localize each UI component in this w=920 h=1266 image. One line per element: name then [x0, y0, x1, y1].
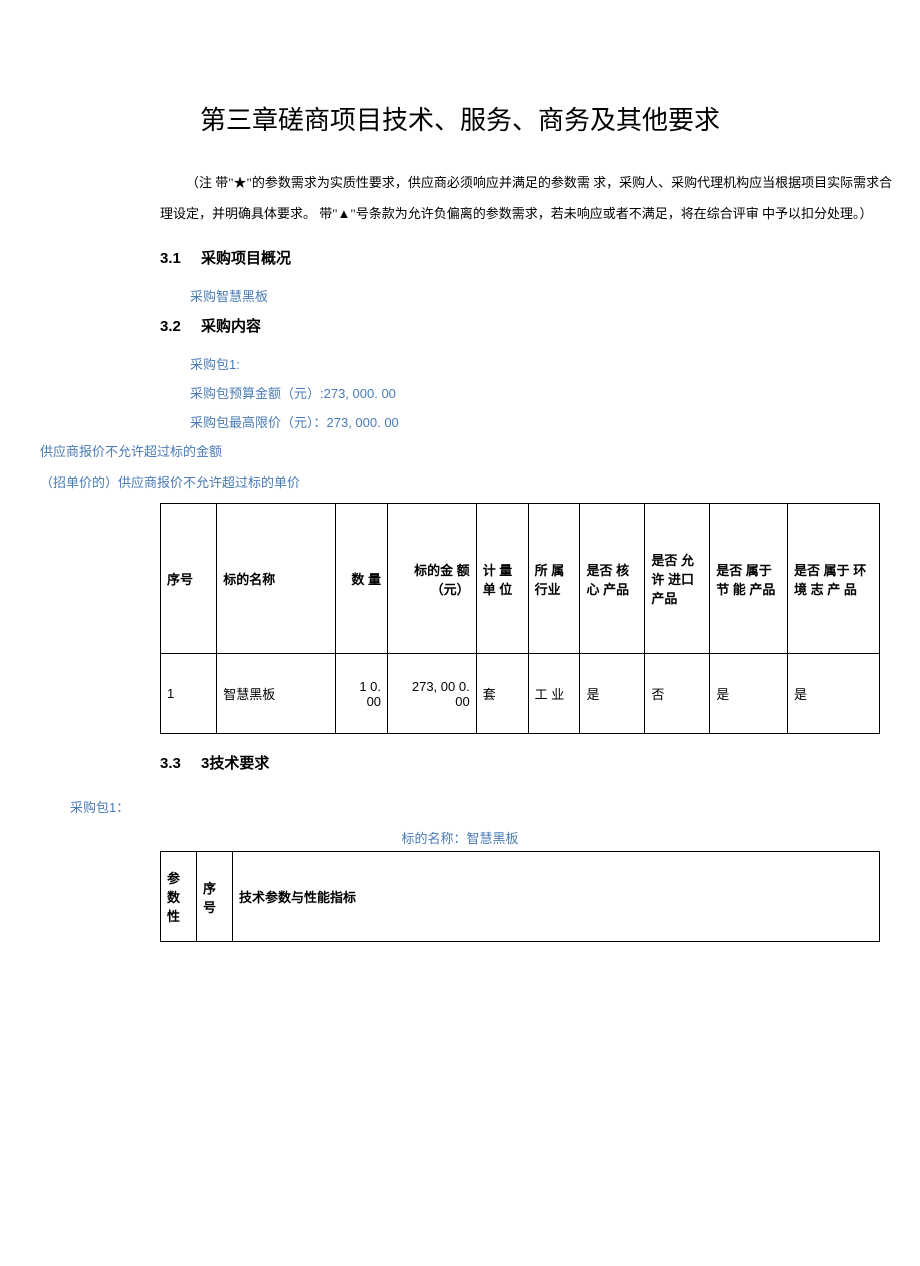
header-core: 是否 核 心 产品: [580, 504, 645, 654]
section-33-num: 3.3: [160, 755, 181, 772]
section-31-heading: 3.1 采购项目概况: [160, 247, 900, 268]
procurement-table: 序号 标的名称 数 量 标的金 额（元） 计 量 单 位 所 属 行业 是否 核…: [160, 503, 880, 734]
section-32-heading: 3.2 采购内容: [160, 315, 900, 336]
cell-name: 智慧黑板: [217, 654, 336, 734]
req-header-seq: 序 号: [197, 852, 233, 942]
header-industry: 所 属 行业: [528, 504, 580, 654]
tech-package-label: 采购包1：: [70, 797, 900, 816]
cell-unit: 套: [476, 654, 528, 734]
quote-rule-2: （招单价的）供应商报价不允许超过标的单价: [40, 472, 900, 491]
section-31-num: 3.1: [160, 250, 181, 267]
table-header-row: 序号 标的名称 数 量 标的金 额（元） 计 量 单 位 所 属 行业 是否 核…: [161, 504, 880, 654]
requirements-table: 参 数 性 序 号 技术参数与性能指标: [160, 851, 880, 942]
budget-amount: 采购包预算金额（元）:273, 000. 00: [190, 383, 900, 402]
header-eco: 是否 属于 节 能 产品: [710, 504, 788, 654]
header-import: 是否 允许 进口 产品: [645, 504, 710, 654]
req-header-row: 参 数 性 序 号 技术参数与性能指标: [161, 852, 880, 942]
section-33-heading: 3.3 3技术要求: [160, 752, 900, 773]
section-32-num: 3.2: [160, 318, 181, 335]
cell-qty: 1 0. 00: [336, 654, 388, 734]
req-header-param: 参 数 性: [161, 852, 197, 942]
header-name: 标的名称: [217, 504, 336, 654]
note-text: （注 带"★"的参数需求为实质性要求，供应商必须响应并满足的参数需 求，采购人、…: [160, 167, 900, 229]
page-title: 第三章磋商项目技术、服务、商务及其他要求: [20, 100, 900, 137]
cell-amt: 273, 00 0. 00: [388, 654, 477, 734]
section-31-content: 采购智慧黑板: [190, 286, 900, 305]
cell-seq: 1: [161, 654, 217, 734]
cell-import: 否: [645, 654, 710, 734]
cell-eco: 是: [710, 654, 788, 734]
cell-core: 是: [580, 654, 645, 734]
header-seq: 序号: [161, 504, 217, 654]
package-label: 采购包1:: [190, 354, 900, 373]
quote-rule-1: 供应商报价不允许超过标的金额: [40, 441, 900, 460]
section-31-title: 采购项目概况: [201, 250, 291, 267]
table-row: 1 智慧黑板 1 0. 00 273, 00 0. 00 套 工 业 是 否 是…: [161, 654, 880, 734]
cell-env: 是: [788, 654, 880, 734]
section-32-title: 采购内容: [201, 318, 261, 335]
section-33-title: 3技术要求: [201, 755, 269, 772]
price-limit: 采购包最高限价（元）：273, 000. 00: [190, 412, 900, 431]
req-header-spec: 技术参数与性能指标: [233, 852, 880, 942]
tech-subject-name: 标的名称：智慧黑板: [20, 828, 900, 847]
header-qty: 数 量: [336, 504, 388, 654]
cell-industry: 工 业: [528, 654, 580, 734]
header-amt: 标的金 额（元）: [388, 504, 477, 654]
header-unit: 计 量 单 位: [476, 504, 528, 654]
header-env: 是否 属于 环境 志 产 品: [788, 504, 880, 654]
